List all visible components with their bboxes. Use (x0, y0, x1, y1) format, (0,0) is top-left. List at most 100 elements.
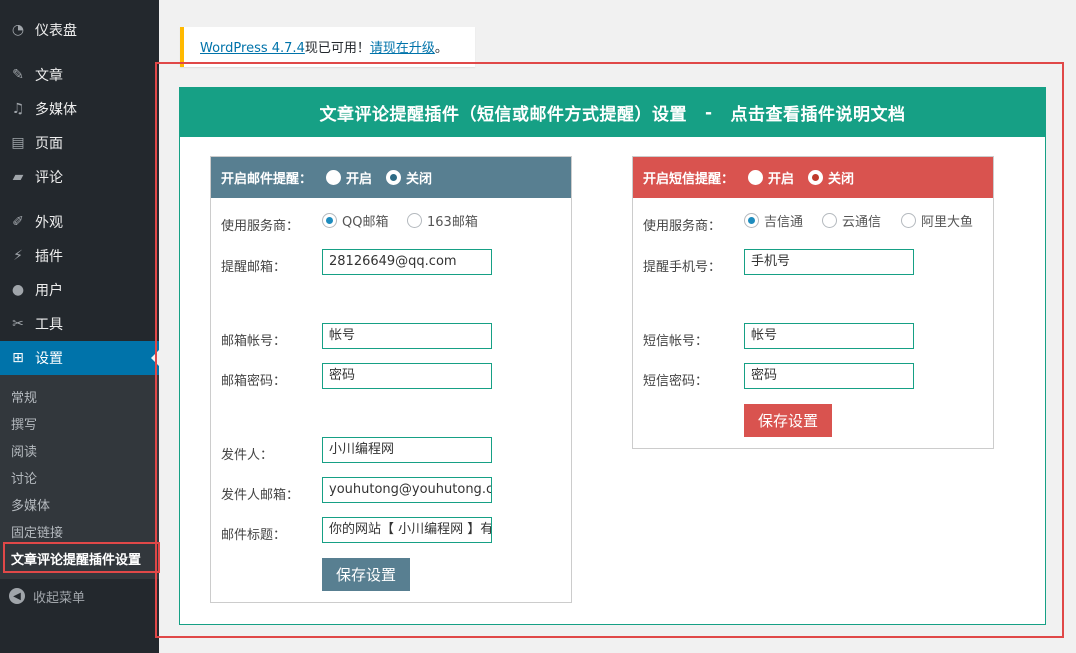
panel-title: 文章评论提醒插件（短信或邮件方式提醒）设置 (319, 105, 687, 125)
submenu-permalinks[interactable]: 固定链接 (11, 522, 63, 541)
provider-qq-radio[interactable]: QQ邮箱 (322, 211, 388, 230)
radio-label: 开启 (768, 172, 795, 187)
menu-label: 页面 (35, 136, 63, 152)
radio-dot (822, 213, 837, 228)
radio-dot-selected (322, 213, 337, 228)
plugin-settings-panel: 文章评论提醒插件（短信或邮件方式提醒）设置 - 点击查看插件说明文档 开启邮件提… (179, 87, 1046, 625)
menu-label: 用户 (35, 283, 63, 299)
sender-input[interactable]: 小川编程网 (322, 437, 492, 463)
radio-dot (326, 170, 342, 185)
menu-label: 插件 (35, 249, 63, 265)
update-now-link[interactable]: 请现在升级 (370, 41, 435, 56)
sender-email-input[interactable]: youhutong@youhutong.com (322, 477, 492, 503)
current-submenu-highlight (3, 542, 160, 573)
admin-sidebar: ◔ 仪表盘 ✎ 文章 ♫ 多媒体 ▤ 页面 ▰ 评论 ✐ 外观 ⚡ 插件 ● 用… (0, 0, 160, 653)
radio-dot (748, 170, 764, 185)
menu-tools[interactable]: ✂ 工具 (0, 307, 159, 341)
wrench-icon: ✂ (12, 316, 24, 332)
notify-email-label: 提醒邮箱： (221, 260, 287, 275)
sms-on-radio[interactable]: 开启 (748, 168, 794, 187)
menu-label: 文章 (35, 68, 63, 84)
email-toggle-label: 开启邮件提醒： (221, 172, 313, 187)
sms-password-input[interactable]: 密码 (744, 363, 914, 389)
submenu-reading[interactable]: 阅读 (11, 441, 37, 460)
provider-alidayu-radio[interactable]: 阿里大鱼 (901, 211, 973, 230)
submenu-media[interactable]: 多媒体 (11, 495, 50, 514)
menu-label: 外观 (35, 215, 63, 231)
provider-163-radio[interactable]: 163邮箱 (407, 211, 478, 230)
sms-settings-box: 开启短信提醒： 开启 关闭 使用服务商： 吉信通 云通信 阿里大鱼 提醒手机号：… (632, 156, 994, 449)
menu-label: 设置 (35, 351, 63, 367)
menu-label: 仪表盘 (35, 23, 77, 39)
sms-toggle-label: 开启短信提醒： (643, 172, 735, 187)
menu-pages[interactable]: ▤ 页面 (0, 126, 159, 160)
radio-label: 开启 (346, 172, 373, 187)
menu-label: 评论 (35, 170, 63, 186)
submenu-discussion[interactable]: 讨论 (11, 468, 37, 487)
phone-label: 提醒手机号： (643, 260, 722, 275)
radio-label: 关闭 (406, 172, 433, 187)
sms-password-label: 短信密码： (643, 374, 709, 389)
email-subject-input[interactable]: 你的网站【 小川编程网 】有新评论 (322, 517, 492, 543)
menu-plugins[interactable]: ⚡ 插件 (0, 239, 159, 273)
radio-label: 关闭 (828, 172, 855, 187)
email-off-radio[interactable]: 关闭 (386, 168, 432, 187)
panel-header: 文章评论提醒插件（短信或邮件方式提醒）设置 - 点击查看插件说明文档 (180, 88, 1045, 137)
email-box-header: 开启邮件提醒： 开启 关闭 (211, 157, 571, 198)
email-on-radio[interactable]: 开启 (326, 168, 372, 187)
sms-account-label: 短信帐号： (643, 334, 709, 349)
collapse-label: 收起菜单 (33, 590, 86, 606)
dashboard-icon: ◔ (11, 22, 25, 38)
menu-media[interactable]: ♫ 多媒体 (0, 92, 159, 126)
provider-jixintong-radio[interactable]: 吉信通 (744, 211, 803, 230)
menu-dashboard[interactable]: ◔ 仪表盘 (0, 13, 159, 47)
submenu-general[interactable]: 常规 (11, 387, 37, 406)
option-label: 吉信通 (764, 215, 804, 230)
email-password-label: 邮箱密码： (221, 374, 287, 389)
user-icon: ● (11, 282, 25, 298)
doc-link[interactable]: 点击查看插件说明文档 (731, 100, 906, 125)
menu-posts[interactable]: ✎ 文章 (0, 58, 159, 92)
option-label: 163邮箱 (427, 215, 478, 230)
radio-dot-selected (744, 213, 759, 228)
update-notice: WordPress 4.7.4现已可用！请现在升级。 (180, 27, 475, 67)
title-separator: - (704, 102, 713, 123)
email-provider-label: 使用服务商： (221, 219, 300, 234)
radio-dot-selected (386, 170, 402, 185)
page-icon: ▤ (11, 135, 25, 151)
sender-label: 发件人： (221, 448, 274, 463)
appearance-icon: ✐ (12, 214, 24, 230)
email-save-button[interactable]: 保存设置 (322, 558, 410, 591)
submenu-writing[interactable]: 撰写 (11, 414, 37, 433)
menu-label: 工具 (35, 317, 63, 333)
email-password-input[interactable]: 密码 (322, 363, 492, 389)
notice-end: 。 (434, 41, 448, 56)
sms-box-header: 开启短信提醒： 开启 关闭 (633, 157, 993, 198)
media-icon: ♫ (11, 101, 25, 117)
plugin-icon: ⚡ (13, 248, 23, 264)
sms-save-button[interactable]: 保存设置 (744, 404, 832, 437)
menu-users[interactable]: ● 用户 (0, 273, 159, 307)
menu-label: 多媒体 (35, 102, 77, 118)
sms-provider-label: 使用服务商： (643, 219, 722, 234)
email-settings-box: 开启邮件提醒： 开启 关闭 使用服务商： QQ邮箱 163邮箱 提醒邮箱： 28… (210, 156, 572, 603)
option-label: 云通信 (842, 215, 882, 230)
email-account-input[interactable]: 帐号 (322, 323, 492, 349)
sms-account-input[interactable]: 帐号 (744, 323, 914, 349)
option-label: 阿里大鱼 (921, 215, 974, 230)
sms-off-radio[interactable]: 关闭 (808, 168, 854, 187)
option-label: QQ邮箱 (342, 215, 389, 230)
wordpress-version-link[interactable]: WordPress 4.7.4 (200, 41, 305, 56)
pin-icon: ✎ (12, 67, 24, 83)
notify-email-input[interactable]: 28126649@qq.com (322, 249, 492, 275)
menu-appearance[interactable]: ✐ 外观 (0, 205, 159, 239)
radio-dot (901, 213, 916, 228)
collapse-arrow-icon: ◀ (9, 588, 25, 604)
provider-yuntongxin-radio[interactable]: 云通信 (822, 211, 881, 230)
phone-input[interactable]: 手机号 (744, 249, 914, 275)
menu-settings[interactable]: ⊞ 设置 (0, 341, 159, 375)
collapse-menu-button[interactable]: ◀ 收起菜单 (0, 584, 159, 608)
sender-email-label: 发件人邮箱： (221, 488, 300, 503)
menu-comments[interactable]: ▰ 评论 (0, 160, 159, 194)
radio-dot-selected (808, 170, 824, 185)
